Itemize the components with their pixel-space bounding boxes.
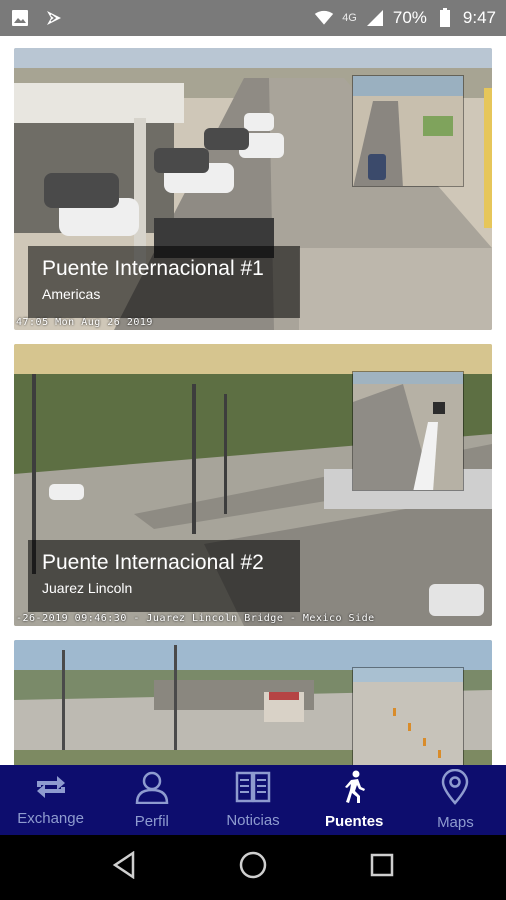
signal-icon: [365, 8, 385, 28]
back-icon[interactable]: [111, 850, 137, 884]
nav-noticias[interactable]: Noticias: [202, 765, 303, 835]
nav-exchange[interactable]: Exchange: [0, 765, 101, 835]
network-type: 4G: [342, 12, 357, 24]
battery-icon: [435, 8, 455, 28]
nav-puentes[interactable]: Puentes: [304, 765, 405, 835]
walking-icon: [340, 770, 368, 809]
camera-card-1[interactable]: Puente Internacional #1 Americas 47:05 M…: [14, 48, 492, 330]
camera-inset-2: [352, 371, 464, 491]
camera-inset-3: [352, 667, 464, 765]
camera-card-2[interactable]: Puente Internacional #2 Juarez Lincoln -…: [14, 344, 492, 626]
status-bar: 4G 70% 9:47: [0, 0, 506, 36]
newspaper-icon: [235, 771, 271, 808]
nav-label: Noticias: [226, 812, 280, 829]
bottom-navigation: Exchange Perfil Noticias Puentes Maps: [0, 765, 506, 835]
bridge-title: Puente Internacional #1: [42, 257, 264, 280]
app-notification-icon: [44, 8, 64, 28]
nav-label: Exchange: [17, 810, 84, 827]
bridge-title: Puente Internacional #2: [42, 551, 264, 574]
camera-timestamp: 47:05 Mon Aug 26 2019: [16, 317, 153, 328]
clock: 9:47: [462, 8, 496, 27]
map-pin-icon: [440, 768, 470, 810]
person-icon: [135, 770, 169, 809]
image-icon: [10, 8, 30, 28]
bridge-subtitle: Americas: [42, 286, 101, 302]
bridge-subtitle: Juarez Lincoln: [42, 580, 133, 596]
wifi-icon: [314, 8, 334, 28]
bridges-list: Puente Internacional #1 Americas 47:05 M…: [0, 36, 506, 765]
exchange-icon: [33, 773, 69, 806]
nav-label: Perfil: [134, 813, 169, 830]
recents-icon[interactable]: [369, 852, 395, 883]
system-navigation-bar: [0, 835, 506, 900]
camera-inset-1: [352, 75, 464, 187]
camera-timestamp: -26-2019 09:46:30 - Juarez Lincoln Bridg…: [16, 613, 375, 624]
nav-label: Maps: [437, 814, 474, 831]
nav-perfil[interactable]: Perfil: [101, 765, 202, 835]
home-icon[interactable]: [238, 850, 268, 885]
camera-label-2: Puente Internacional #2 Juarez Lincoln: [28, 540, 300, 612]
nav-label: Puentes: [325, 813, 384, 830]
camera-card-3[interactable]: [14, 640, 492, 765]
camera-label-1: Puente Internacional #1 Americas: [28, 246, 300, 318]
nav-maps[interactable]: Maps: [405, 765, 506, 835]
battery-percent: 70%: [392, 8, 427, 27]
